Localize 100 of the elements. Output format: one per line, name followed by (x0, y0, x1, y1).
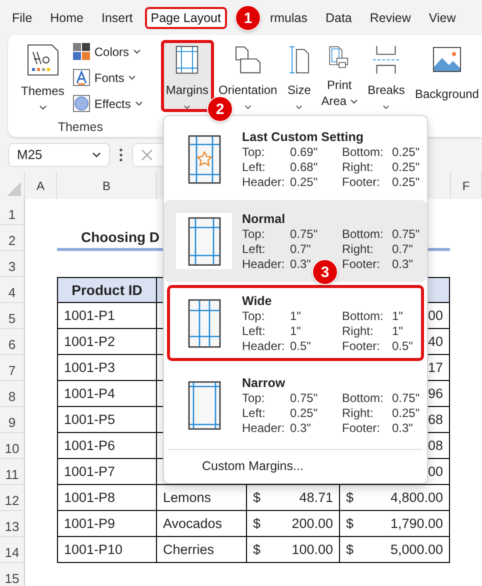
preset-name: Narrow (242, 374, 286, 390)
margin-label: Top: (242, 390, 266, 406)
column-header[interactable]: A (25, 172, 57, 199)
margin-label: Header: (242, 256, 286, 272)
table-cell: 1001-P9 (57, 511, 157, 537)
custom-margins-item[interactable]: Custom Margins... (164, 450, 304, 483)
ribbon-tab[interactable]: Insert (96, 6, 139, 28)
sheet-title: Choosing D (81, 228, 160, 244)
margin-label: Top: (242, 144, 266, 160)
themes-button[interactable]: Themes (18, 40, 68, 120)
margin-label: Bottom: (342, 144, 384, 160)
ribbon-tab[interactable]: View (422, 6, 462, 28)
row-header[interactable]: 11 (0, 459, 25, 485)
margin-label: Bottom: (342, 390, 384, 406)
cell-value: 96 (428, 386, 443, 401)
margin-label: Right: (342, 242, 374, 256)
print-area-button[interactable]: Print Area (316, 40, 363, 112)
column-header[interactable]: F (450, 172, 482, 199)
ribbon-tab[interactable]: File (6, 6, 38, 28)
pages-icon (234, 46, 262, 74)
row-header[interactable]: 12 (0, 485, 25, 511)
circle-icon (73, 95, 90, 112)
margin-value: 0.3" (290, 256, 312, 272)
ribbon-tab[interactable]: Page Layout (144, 6, 227, 28)
ribbon-tab[interactable]: rmulas (264, 6, 314, 28)
margin-label: Footer: (342, 174, 382, 190)
ribbon-tab[interactable]: Review (364, 6, 417, 28)
margin-preset-item[interactable]: Narrow Top: 0.75" Bottom: 0.75" Left: 0.25" Right: 0.25" Header: 0.3" Footer: 0.3" (164, 364, 427, 446)
currency-symbol: $ (253, 490, 261, 505)
background-button[interactable]: Background (410, 40, 482, 112)
margin-value: 1" (392, 308, 404, 324)
table-cell: Avocados (157, 511, 247, 537)
preset-name: Last Custom Setting (242, 128, 365, 144)
margin-preset-item[interactable]: Last Custom Setting Top: 0.69" Bottom: 0.25" Left: 0.68" Right: 0.25" Header: 0.25" Footer: 0.25" (164, 118, 427, 200)
page-margins-icon (188, 298, 220, 348)
name-box[interactable]: M25 (8, 142, 110, 166)
cell-value: 40 (428, 334, 443, 349)
ribbon-tab[interactable]: Data (319, 6, 358, 28)
table-cell: 1001-P4 (57, 381, 157, 407)
margin-label: Top: (242, 308, 266, 324)
colors-button[interactable]: Colors (73, 42, 143, 61)
cancel-icon[interactable] (141, 148, 153, 160)
breaks-button[interactable]: Breaks (362, 40, 410, 112)
page-margins-icon (175, 46, 200, 74)
cell-value: 1,790.00 (390, 516, 443, 531)
margin-value: 0.25" (392, 406, 420, 420)
row-header[interactable]: 9 (0, 407, 25, 433)
table-cell: 1001-P2 (57, 329, 157, 355)
row-header[interactable]: 10 (0, 433, 25, 459)
margin-value: 0.3" (392, 256, 414, 272)
margin-value: 0.69" (290, 144, 319, 160)
effects-button[interactable]: Effects (73, 94, 143, 113)
currency-symbol: $ (253, 516, 261, 531)
row-header[interactable]: 13 (0, 511, 25, 537)
table-cell: 1001-P1 (57, 303, 157, 329)
row-header[interactable]: 3 (0, 251, 25, 277)
currency-symbol: $ (253, 542, 261, 557)
cell-value: 5,000.00 (390, 542, 443, 557)
fonts-button[interactable]: Fonts (73, 68, 143, 87)
row-header[interactable]: 1 (0, 199, 25, 225)
margin-value: 1" (290, 324, 302, 338)
margin-label: Top: (242, 226, 266, 242)
margin-label: Left: (242, 242, 266, 256)
margin-label: Right: (342, 324, 374, 338)
more-options-icon[interactable] (119, 148, 123, 162)
page-margins-icon (188, 380, 220, 430)
margin-label: Footer: (342, 420, 382, 436)
select-all-icon[interactable] (7, 182, 21, 196)
currency-symbol: $ (346, 542, 354, 557)
column-header[interactable]: B (57, 172, 157, 199)
margin-value: 0.3" (392, 420, 414, 436)
margin-preset-item[interactable]: Wide Top: 1" Bottom: 1" Left: 1" Right: 1" Header: 0.5" Footer: 0.5" (164, 282, 427, 364)
margin-value: 0.25" (290, 406, 319, 420)
margins-button[interactable]: Margins (160, 40, 214, 112)
margin-value: 0.75" (392, 390, 420, 406)
table-cell: 1001-P8 (57, 485, 157, 511)
row-header[interactable]: 5 (0, 303, 25, 329)
size-button[interactable]: Size (282, 40, 316, 112)
margin-label: Bottom: (342, 308, 384, 324)
margin-label: Left: (242, 324, 266, 338)
row-header[interactable]: 8 (0, 381, 25, 407)
row-header[interactable]: 7 (0, 355, 25, 381)
row-header[interactable]: 6 (0, 329, 25, 355)
row-header[interactable]: 2 (0, 225, 25, 251)
row-header[interactable]: 15 (0, 563, 25, 586)
row-header[interactable]: 4 (0, 277, 25, 303)
margin-label: Header: (242, 174, 286, 190)
margin-label: Footer: (342, 256, 382, 272)
caret-icon (134, 101, 143, 106)
font-icon (73, 69, 90, 86)
margin-value: 0.75" (392, 226, 420, 242)
ribbon-tab[interactable]: Home (44, 6, 90, 28)
row-header[interactable]: 14 (0, 537, 25, 563)
margin-value: 0.5" (290, 338, 312, 354)
margin-value: 0.7" (392, 242, 414, 256)
table-cell: 1001-P6 (57, 433, 157, 459)
caret-icon (128, 75, 136, 80)
preset-name: Normal (242, 210, 286, 226)
page-margins-icon (188, 216, 220, 266)
margin-label: Right: (342, 160, 374, 174)
